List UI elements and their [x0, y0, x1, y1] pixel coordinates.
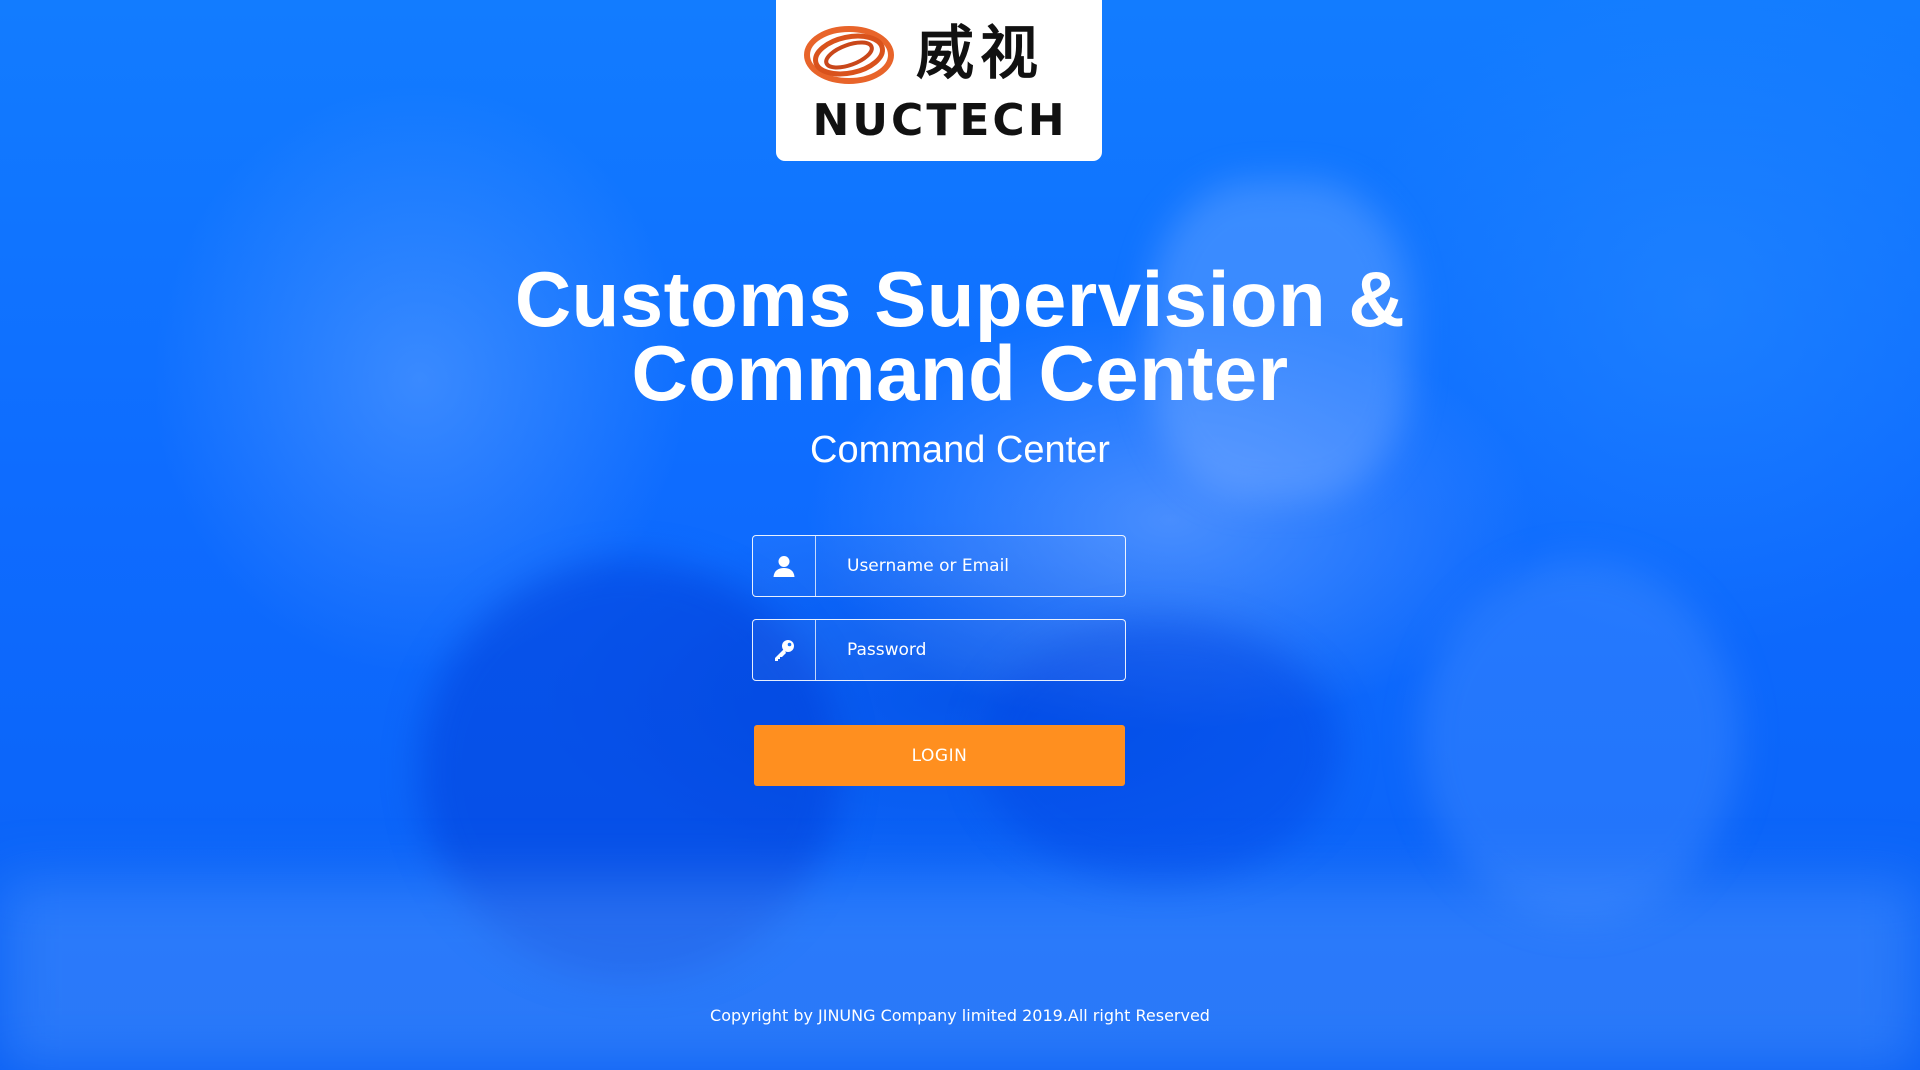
- key-icon: [775, 640, 794, 661]
- logo-chinese-text: 威视: [916, 19, 1045, 87]
- page-title: Customs Supervision & Command Center: [460, 255, 1460, 417]
- page-title-line-2: Command Center: [631, 329, 1289, 417]
- password-icon-cell: [753, 620, 816, 680]
- orbit-logo-icon: [804, 26, 894, 84]
- password-input[interactable]: [816, 620, 1125, 680]
- copyright-text: Copyright by JINUNG Company limited 2019…: [710, 1006, 1210, 1025]
- user-icon: [773, 556, 795, 577]
- username-field[interactable]: [752, 535, 1126, 597]
- username-input[interactable]: [816, 536, 1125, 596]
- password-field[interactable]: [752, 619, 1126, 681]
- username-icon-cell: [753, 536, 816, 596]
- page-subtitle: Command Center: [810, 429, 1110, 471]
- page-title-line-1: Customs Supervision &: [514, 255, 1406, 343]
- login-button[interactable]: LOGIN: [754, 725, 1125, 786]
- logo-brand-text: NUCTECH: [812, 95, 1068, 146]
- logo-panel: 威视 NUCTECH: [776, 0, 1102, 161]
